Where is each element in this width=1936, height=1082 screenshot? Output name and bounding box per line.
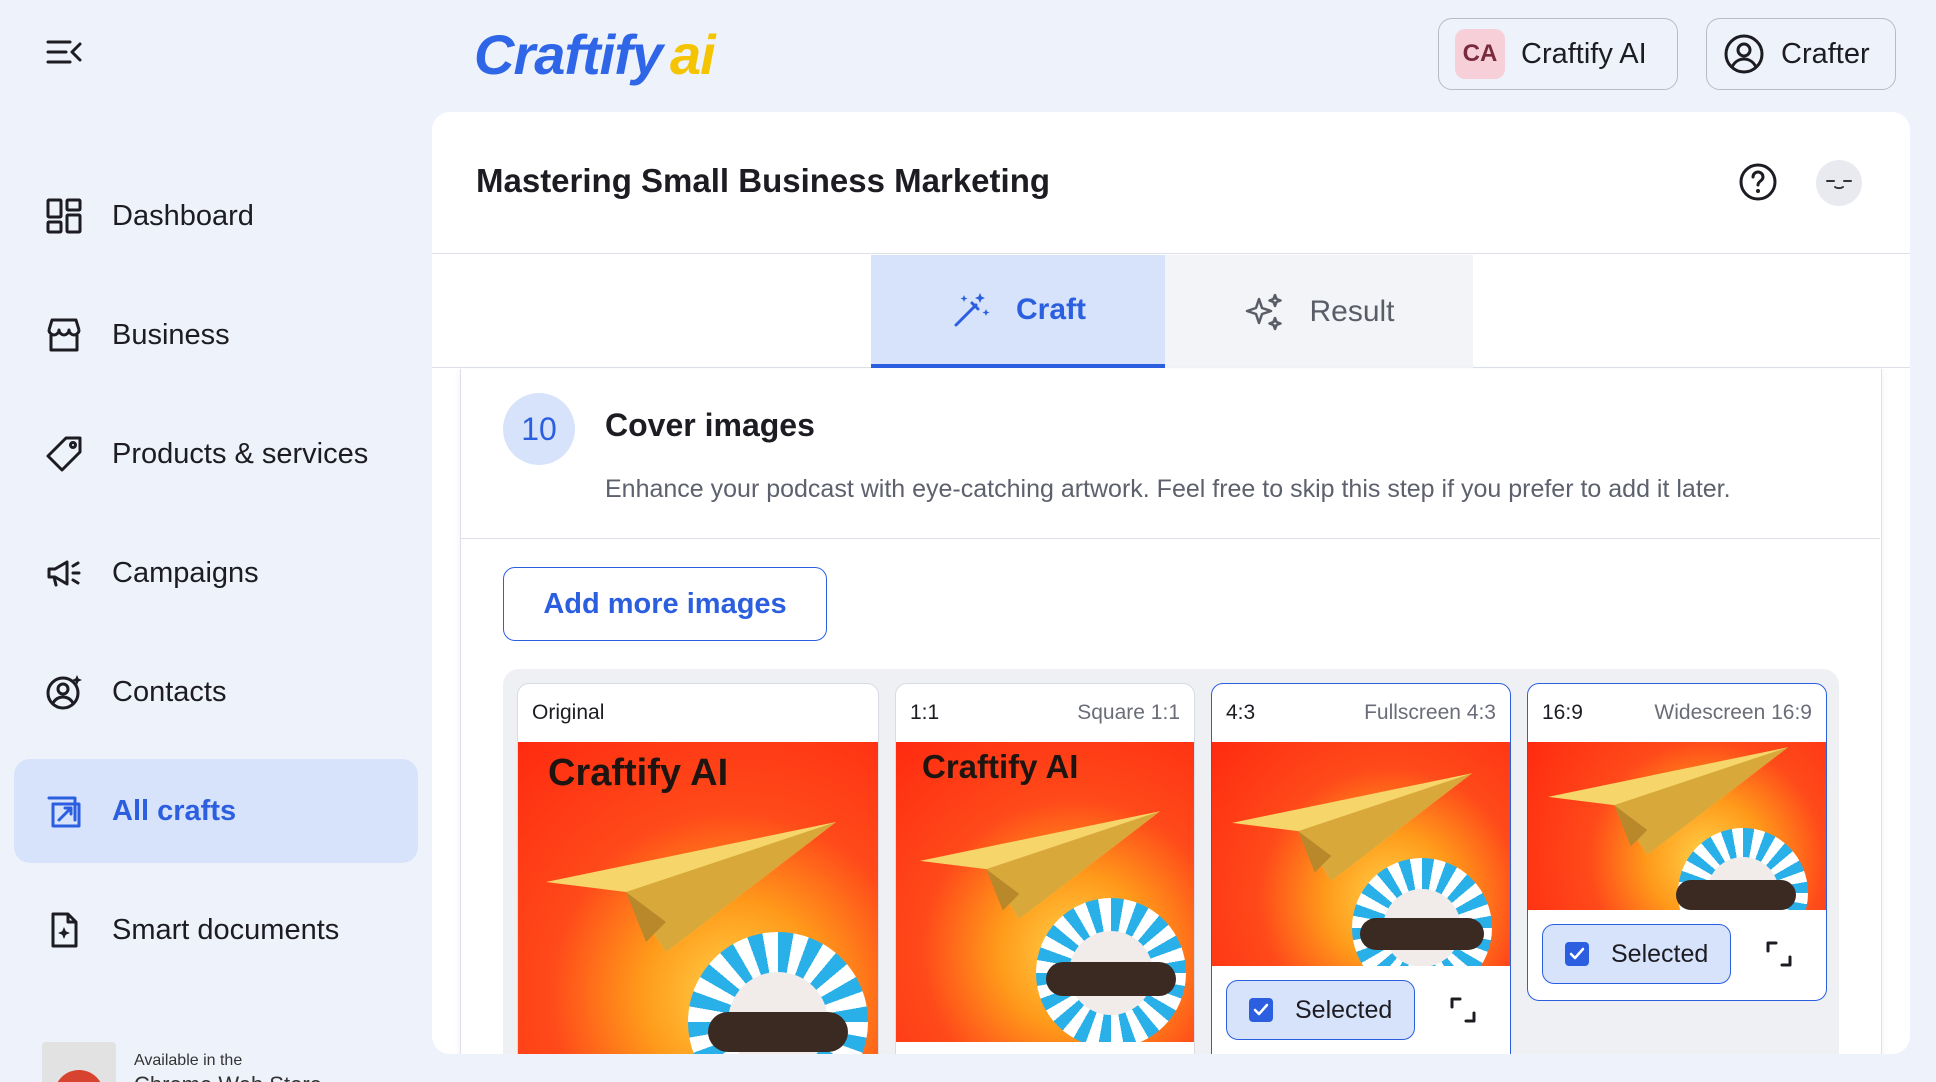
dashboard-icon bbox=[44, 196, 84, 236]
sidebar-item-contacts[interactable]: Contacts bbox=[14, 640, 418, 744]
handshake-graphic bbox=[1360, 918, 1484, 950]
crafts-icon bbox=[44, 791, 84, 831]
image-card-footer: Selected bbox=[1212, 966, 1510, 1054]
sleepy-face-icon bbox=[1826, 180, 1852, 190]
sidebar-item-label: Dashboard bbox=[112, 199, 254, 232]
step-header: 10 Cover images Enhance your podcast wit… bbox=[461, 369, 1880, 539]
selected-label: Selected bbox=[1295, 995, 1393, 1024]
cover-image-original[interactable]: Craftify AI bbox=[518, 742, 878, 1054]
sidebar-item-label: All crafts bbox=[112, 794, 237, 827]
chrome-logo-icon bbox=[42, 1042, 116, 1082]
page-header: Mastering Small Business Marketing bbox=[432, 112, 1910, 254]
step-panel: 10 Cover images Enhance your podcast wit… bbox=[460, 369, 1882, 1054]
sidebar-item-label: Business bbox=[112, 318, 230, 351]
sparkles-icon bbox=[1246, 293, 1283, 330]
store-badge-name: Chrome Web Store bbox=[134, 1072, 322, 1082]
tab-craft[interactable]: Craft bbox=[871, 255, 1165, 368]
sidebar-item-business[interactable]: Business bbox=[14, 283, 418, 387]
sidebar-item-label: Smart documents bbox=[112, 913, 340, 946]
image-card-header: 16:9 Widescreen 16:9 bbox=[1528, 684, 1826, 742]
sidebar-item-products-services[interactable]: Products & services bbox=[14, 402, 418, 506]
user-circle-icon bbox=[1724, 34, 1764, 74]
checkbox-checked-icon bbox=[1249, 998, 1273, 1022]
sidebar-item-label: Contacts bbox=[112, 675, 227, 708]
handshake-graphic bbox=[1676, 880, 1796, 910]
image-card-fullscreen[interactable]: 4:3 Fullscreen 4:3 Selected bbox=[1211, 683, 1511, 1054]
magic-wand-icon bbox=[954, 292, 990, 326]
sidebar-item-smart-documents[interactable]: Smart documents bbox=[14, 878, 418, 982]
handshake-graphic bbox=[708, 1012, 848, 1052]
brand-logo[interactable]: Craftify ai bbox=[474, 22, 716, 94]
image-ratio: 1:1 bbox=[910, 701, 940, 724]
organization-avatar: CA bbox=[1455, 29, 1505, 79]
image-ratio-label: Widescreen 16:9 bbox=[1654, 701, 1812, 724]
sidebar-item-label: Campaigns bbox=[112, 556, 259, 589]
cover-image-text: Craftify AI bbox=[548, 752, 729, 794]
handshake-graphic bbox=[1046, 962, 1176, 996]
chrome-web-store-badge[interactable]: Available in the Chrome Web Store bbox=[42, 1042, 402, 1082]
image-ratio: 16:9 bbox=[1542, 701, 1583, 724]
cover-image-widescreen[interactable] bbox=[1528, 742, 1826, 910]
store-icon bbox=[44, 315, 84, 355]
organization-name: Craftify AI bbox=[1521, 37, 1647, 70]
page-title: Mastering Small Business Marketing bbox=[476, 162, 1051, 199]
sidebar-item-campaigns[interactable]: Campaigns bbox=[14, 521, 418, 625]
image-ratio-label: Fullscreen 4:3 bbox=[1364, 701, 1496, 724]
cover-image-square[interactable]: Craftify AI bbox=[896, 742, 1194, 1042]
image-card-header: Original bbox=[518, 684, 878, 742]
step-description: Enhance your podcast with eye-catching a… bbox=[605, 475, 1731, 503]
store-badge-caption: Available in the bbox=[134, 1052, 243, 1069]
sidebar-item-label: Products & services bbox=[112, 437, 369, 470]
organization-switcher-button[interactable]: CA Craftify AI bbox=[1438, 18, 1678, 90]
image-card-footer: Selected bbox=[1528, 910, 1826, 998]
image-ratio: 4:3 bbox=[1226, 701, 1256, 724]
image-ratio-label: Square 1:1 bbox=[1077, 701, 1180, 724]
checkbox-checked-icon bbox=[1565, 942, 1589, 966]
user-menu-button[interactable]: Crafter bbox=[1706, 18, 1896, 90]
cover-image-fullscreen[interactable] bbox=[1212, 742, 1510, 966]
tab-label: Craft bbox=[1015, 292, 1086, 326]
brand-logo-suffix: ai bbox=[670, 23, 716, 86]
contact-icon bbox=[44, 672, 84, 712]
add-more-images-button[interactable]: Add more images bbox=[503, 567, 827, 641]
sidebar-item-all-crafts[interactable]: All crafts bbox=[14, 759, 418, 863]
step-number-badge: 10 bbox=[503, 393, 575, 465]
image-card-original[interactable]: Original Craftify AI bbox=[517, 683, 879, 1054]
menu-collapse-icon[interactable] bbox=[44, 36, 84, 68]
main-content: Mastering Small Business Marketing Craft… bbox=[432, 112, 1910, 1054]
tab-label: Result bbox=[1309, 294, 1395, 328]
step-title: Cover images bbox=[605, 407, 815, 443]
expand-icon[interactable] bbox=[1446, 993, 1480, 1027]
tag-icon bbox=[44, 434, 84, 474]
sidebar: Dashboard Business Products & services C… bbox=[0, 0, 430, 1082]
selected-toggle-button[interactable]: Selected bbox=[1542, 924, 1732, 984]
tab-result[interactable]: Result bbox=[1165, 255, 1473, 368]
user-name: Crafter bbox=[1781, 37, 1870, 70]
image-card-square[interactable]: 1:1 Square 1:1 Craftify AI bbox=[895, 683, 1195, 1054]
image-gallery: Original Craftify AI 1:1 Square 1:1 Craf bbox=[503, 669, 1839, 1054]
brand-logo-text: Craftify bbox=[474, 23, 663, 86]
assistant-avatar[interactable] bbox=[1816, 160, 1862, 206]
sidebar-nav: Dashboard Business Products & services C… bbox=[14, 164, 418, 997]
smart-document-icon bbox=[44, 910, 84, 950]
expand-icon[interactable] bbox=[1762, 937, 1796, 971]
sidebar-item-dashboard[interactable]: Dashboard bbox=[14, 164, 418, 268]
tab-bar: Craft Result bbox=[432, 255, 1910, 368]
cover-image-text: Craftify AI bbox=[922, 748, 1079, 785]
image-ratio: Original bbox=[532, 701, 605, 724]
selected-toggle-button[interactable]: Selected bbox=[1226, 980, 1416, 1040]
selected-label: Selected bbox=[1611, 939, 1709, 968]
image-card-header: 1:1 Square 1:1 bbox=[896, 684, 1194, 742]
help-icon[interactable] bbox=[1738, 162, 1778, 202]
image-card-widescreen[interactable]: 16:9 Widescreen 16:9 Selected bbox=[1527, 683, 1827, 1001]
image-card-header: 4:3 Fullscreen 4:3 bbox=[1212, 684, 1510, 742]
megaphone-icon bbox=[44, 553, 84, 593]
